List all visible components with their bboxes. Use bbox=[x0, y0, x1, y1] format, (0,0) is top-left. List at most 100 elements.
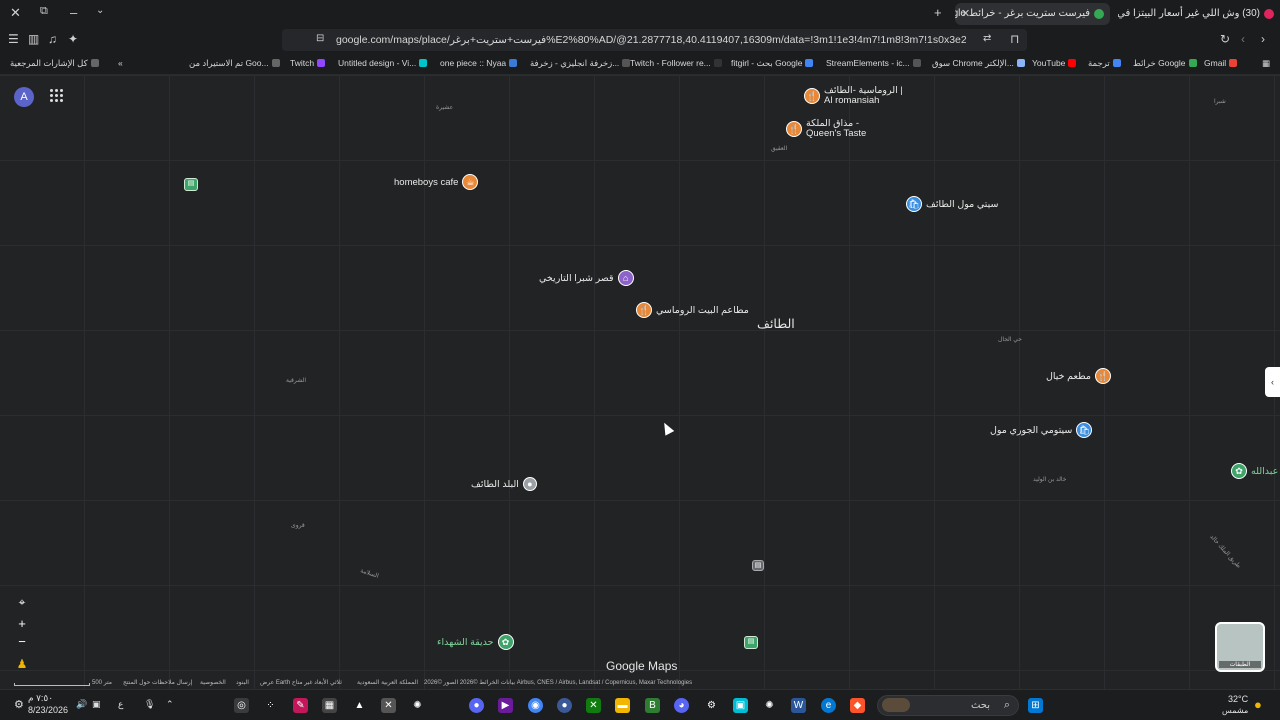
brave-icon[interactable]: ◆ bbox=[850, 698, 865, 713]
minimize-icon[interactable]: – bbox=[70, 5, 77, 20]
poi-shuhada-park[interactable]: حديقة الشهداء ✿ bbox=[437, 634, 514, 650]
poi-jouri-mall[interactable]: سيتومي الجوري مول 🛍 bbox=[990, 422, 1093, 438]
poi-label: سيتي مول الطائف bbox=[926, 198, 999, 210]
more-bookmarks-icon[interactable]: « bbox=[118, 58, 123, 68]
edge-icon[interactable]: e bbox=[821, 698, 836, 713]
word-icon[interactable]: W bbox=[791, 698, 806, 713]
new-tab-icon[interactable]: + bbox=[934, 5, 942, 20]
discord-icon[interactable]: ● bbox=[469, 698, 484, 713]
search-box[interactable]: بحث ⌕ bbox=[877, 695, 1019, 716]
poi-shubra-palace[interactable]: قصر شبرا التاريخي ⌂ bbox=[539, 270, 634, 286]
weather-text[interactable]: مشمس bbox=[1222, 706, 1248, 715]
bookmark-chrome-store[interactable]: سوق Chrome الإلكتر... bbox=[932, 58, 1028, 69]
network-icon[interactable]: ▣ bbox=[92, 699, 101, 710]
pegman-icon[interactable]: ♟ bbox=[13, 655, 31, 673]
poi-queens-taste[interactable]: 🍴 مذاق الملكة - Queen's Taste bbox=[786, 119, 878, 139]
clock-time[interactable]: ٧:٥٠ م bbox=[28, 693, 53, 704]
chrome-icon[interactable]: ◉ bbox=[528, 698, 543, 713]
bookmark-all[interactable]: كل الإشارات المرجعية bbox=[10, 58, 102, 69]
poi-city-mall[interactable]: 🛍 سيتي مول الطائف bbox=[906, 196, 999, 212]
account-avatar[interactable]: A bbox=[14, 87, 34, 107]
capcut-icon[interactable]: ✕ bbox=[381, 698, 396, 713]
feedback-link[interactable]: إرسال ملاحظات حول المنتج bbox=[123, 679, 192, 686]
steam-icon[interactable]: ◎ bbox=[234, 698, 249, 713]
pen-app-icon[interactable]: ✎ bbox=[293, 698, 308, 713]
app-icon[interactable]: ● bbox=[557, 698, 572, 713]
address-bar[interactable]: ⊟ google.com/maps/place/فيرست+ستريت+برغر… bbox=[282, 29, 1027, 51]
microphone-icon[interactable]: 🎙 bbox=[144, 699, 155, 710]
triangle-app-icon[interactable]: ▲ bbox=[352, 698, 367, 713]
share-icon[interactable]: ⇄ bbox=[983, 33, 991, 44]
privacy-link[interactable]: الخصوصية bbox=[200, 679, 226, 686]
restore-icon[interactable]: ⧉ bbox=[40, 5, 48, 18]
bookmark-gmail[interactable]: Gmail bbox=[1204, 58, 1240, 68]
scale-label[interactable]: 500 متر bbox=[92, 679, 112, 686]
bookmark-nyaa[interactable]: one piece :: Nyaa bbox=[440, 58, 520, 68]
bookmark-fitgirl[interactable]: fitgirl - بحث Google bbox=[731, 58, 816, 69]
settings-gear-icon[interactable]: ⚙ bbox=[14, 698, 24, 711]
tab-youtube[interactable]: (30) وش اللي غير أسعار البيتزا في السـ bbox=[1118, 3, 1280, 25]
zoom-in-button[interactable]: + bbox=[13, 615, 31, 633]
bus-stop-icon[interactable]: ▤ bbox=[752, 560, 764, 571]
menu-icon[interactable]: ☰ bbox=[8, 32, 19, 46]
extensions-icon[interactable]: ✦ bbox=[68, 32, 78, 46]
poi-homeboys-cafe[interactable]: homeboys cafe ☕ bbox=[394, 174, 479, 190]
apps-grid-icon[interactable]: ▦ bbox=[1262, 58, 1270, 69]
gear-app-icon[interactable]: ✺ bbox=[410, 698, 425, 713]
chevron-down-icon[interactable]: ⌄ bbox=[96, 5, 104, 16]
steam-app-icon[interactable]: ⚙ bbox=[704, 698, 719, 713]
music-icon[interactable]: ♫ bbox=[48, 32, 57, 46]
back-icon[interactable]: ‹ bbox=[1241, 32, 1245, 46]
bookmark-youtube[interactable]: YouTube bbox=[1032, 58, 1079, 68]
video-app-icon[interactable]: ▶ bbox=[498, 698, 513, 713]
poi-khayal-restaurant[interactable]: مطعم خيال 🍴 bbox=[1046, 368, 1111, 384]
file-explorer-icon[interactable]: ▬ bbox=[615, 698, 630, 713]
poi-romansiah[interactable]: 🍴 الروماسية -الطائف | Al romansiah bbox=[804, 86, 904, 106]
bookmark-twitch[interactable]: Twitch bbox=[290, 58, 328, 68]
bookmark-streamelements[interactable]: StreamElements - ic... bbox=[826, 58, 924, 68]
site-info-icon[interactable]: ⊟ bbox=[316, 33, 324, 44]
calculator-icon[interactable]: ▦ bbox=[322, 698, 337, 713]
map-canvas[interactable]: A الطائف 🍴 الروماسية -الطائف | Al romans… bbox=[0, 75, 1280, 689]
terms-link[interactable]: البنود bbox=[236, 679, 249, 686]
collapse-side-panel-icon[interactable]: ‹ bbox=[1265, 367, 1280, 397]
maps-app-icon[interactable]: ▣ bbox=[733, 698, 748, 713]
transit-icon[interactable]: ▤ bbox=[744, 636, 758, 649]
close-window-icon[interactable]: ✕ bbox=[10, 5, 21, 21]
bookmark-canva[interactable]: Untitled design - Vi... bbox=[338, 58, 430, 68]
forward-icon[interactable]: › bbox=[1261, 32, 1265, 46]
bookmark-zakhrafa[interactable]: زخرفة انجليزي - زخرفة... bbox=[530, 58, 633, 69]
discord-app-icon[interactable]: ◕ bbox=[674, 698, 689, 713]
tab-google-maps[interactable]: فيرست ستريت برغر - خرائط Google ✕ bbox=[955, 3, 1110, 25]
dots-app-icon[interactable]: ⁘ bbox=[263, 698, 278, 713]
language-indicator[interactable]: ع bbox=[118, 699, 123, 710]
close-tab-icon[interactable]: ✕ bbox=[961, 7, 970, 20]
scale-bar[interactable] bbox=[14, 683, 90, 686]
layers-button[interactable]: الطبقات bbox=[1215, 622, 1265, 672]
bookmark-maps[interactable]: خرائط Google bbox=[1133, 58, 1200, 69]
b-app-icon[interactable]: B bbox=[645, 698, 660, 713]
clock-date[interactable]: 8/23/2026 bbox=[28, 705, 68, 715]
start-button-icon[interactable]: ⊞ bbox=[1028, 698, 1043, 713]
reload-icon[interactable]: ↻ bbox=[1220, 32, 1230, 46]
volume-icon[interactable]: 🔊 bbox=[76, 699, 87, 710]
poi-romansi-house[interactable]: 🍴 مطاعم البيت الروماسي bbox=[636, 302, 749, 318]
my-location-icon[interactable]: ⌖ bbox=[13, 593, 31, 611]
poi-abdullah[interactable]: ✿ عبدالله bbox=[1231, 463, 1278, 479]
sun-icon[interactable]: ● bbox=[1254, 697, 1262, 712]
poi-old-town[interactable]: البلد الطائف ● bbox=[471, 477, 537, 491]
chatgpt-icon[interactable]: ✺ bbox=[762, 698, 777, 713]
country-link[interactable]: المملكة العربية السعودية bbox=[357, 679, 418, 686]
bookmark-twitch-follower[interactable]: Twitch - Follower re... bbox=[630, 58, 725, 68]
bookmark-translate[interactable]: ترجمة bbox=[1088, 58, 1124, 69]
tray-expand-icon[interactable]: ⌃ bbox=[166, 699, 174, 710]
weather-temp[interactable]: 32°C bbox=[1228, 694, 1248, 704]
sidebar-icon[interactable]: ▥ bbox=[28, 32, 39, 46]
xbox-icon[interactable]: ✕ bbox=[586, 698, 601, 713]
transit-icon[interactable]: ▤ bbox=[184, 178, 198, 191]
bookmark-imported[interactable]: تم الاستيراد من Goo... bbox=[189, 58, 283, 69]
google-apps-icon[interactable] bbox=[50, 89, 63, 102]
bookmark-icon[interactable]: ⊓ bbox=[1010, 32, 1019, 46]
url-text[interactable]: google.com/maps/place/فيرست+ستريت+برغر%E… bbox=[336, 34, 966, 46]
zoom-out-button[interactable]: − bbox=[13, 633, 31, 651]
